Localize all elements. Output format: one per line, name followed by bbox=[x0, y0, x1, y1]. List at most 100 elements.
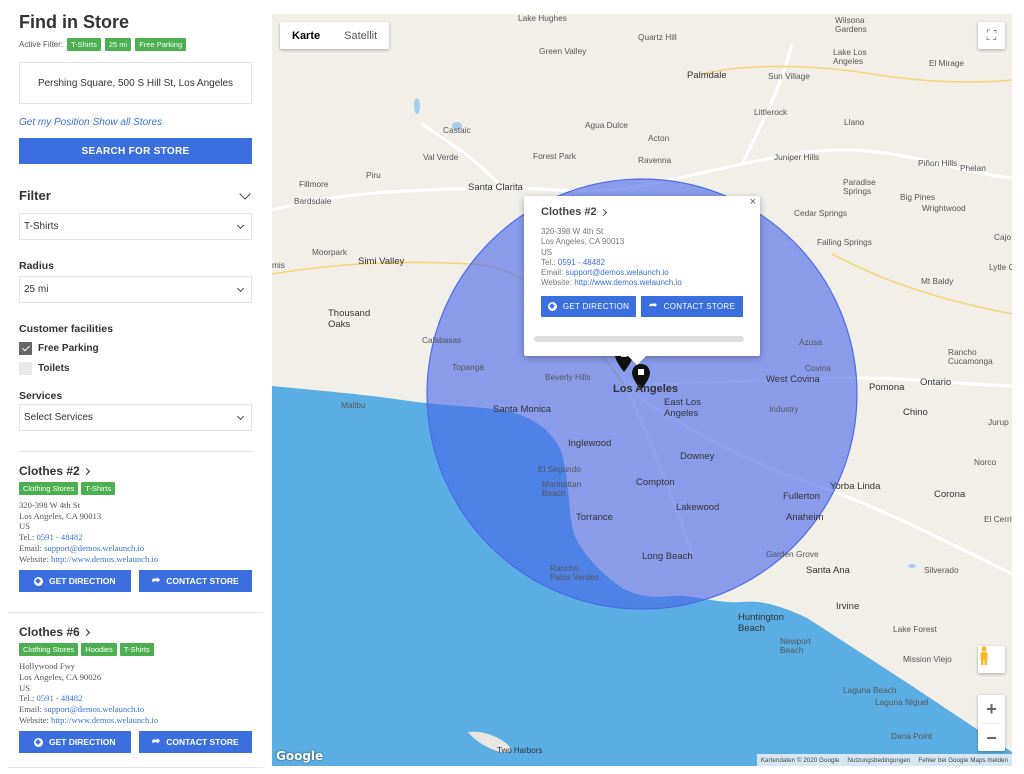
radius-label: Radius bbox=[19, 260, 55, 272]
store-locator-sidebar: Find in Store Active Filter: T-Shirts 25… bbox=[0, 0, 268, 774]
place-label: Two Harbors bbox=[497, 746, 543, 755]
popup-website-link[interactable]: http://www.demos.welaunch.io bbox=[574, 278, 682, 287]
address-input[interactable]: Pershing Square, 500 S Hill St, Los Ange… bbox=[19, 62, 252, 104]
popup-store-name-link[interactable]: Clothes #2 bbox=[541, 206, 743, 218]
search-for-store-button[interactable]: SEARCH FOR STORE bbox=[19, 138, 252, 164]
zoom-in-button[interactable]: + bbox=[978, 695, 1005, 723]
contact-store-button[interactable]: ➦ CONTACT STORE bbox=[138, 570, 252, 593]
services-select[interactable]: Select Services bbox=[19, 404, 252, 431]
facility-free-parking[interactable]: Free Parking bbox=[19, 342, 252, 355]
share-arrow-icon: ➦ bbox=[151, 736, 161, 748]
get-direction-button[interactable]: GET DIRECTION bbox=[19, 570, 131, 593]
divider bbox=[8, 767, 263, 769]
store-address: Hollywood Fwy Los Angeles, CA 90026 US T… bbox=[19, 661, 252, 725]
facility-toilets[interactable]: Toilets bbox=[19, 362, 252, 375]
place-label: Big Pines bbox=[900, 192, 936, 202]
street-view-pegman[interactable] bbox=[978, 646, 1005, 673]
chevron-down-icon bbox=[236, 284, 245, 292]
place-label: Mt Baldy bbox=[921, 276, 954, 286]
store-actions: GET DIRECTION ➦ CONTACT STORE bbox=[19, 731, 252, 754]
place-label: Inglewood bbox=[568, 438, 612, 449]
popup-country: US bbox=[541, 247, 553, 257]
get-direction-button[interactable]: GET DIRECTION bbox=[19, 731, 131, 754]
store-name-link[interactable]: Clothes #6 bbox=[19, 625, 252, 639]
store-website-link[interactable]: http://www.demos.welaunch.io bbox=[51, 715, 158, 725]
store-address: 320-398 W 4th St Los Angeles, CA 90013 U… bbox=[19, 500, 252, 564]
place-label: Sun Village bbox=[768, 71, 810, 81]
store-tag: Clothing Stores bbox=[19, 643, 79, 657]
map-type-map-button[interactable]: Karte bbox=[280, 22, 332, 49]
active-filter-tag[interactable]: Free Parking bbox=[135, 38, 187, 51]
place-label: El Cerrit bbox=[984, 514, 1012, 524]
tel-label: Tel.: bbox=[19, 693, 35, 704]
store-name-link[interactable]: Clothes #2 bbox=[19, 464, 252, 478]
popup-city: Los Angeles, CA 90013 bbox=[541, 237, 625, 247]
close-icon[interactable]: × bbox=[750, 196, 756, 208]
filter-toggle[interactable]: Filter bbox=[19, 187, 252, 203]
place-label: Corona bbox=[934, 489, 966, 500]
place-label: Juniper Hills bbox=[774, 152, 820, 162]
place-label: Lake Forest bbox=[893, 624, 937, 634]
popup-contact-store-button[interactable]: ➦ CONTACT STORE bbox=[641, 295, 743, 317]
show-all-stores-link[interactable]: Show all Stores bbox=[93, 117, 162, 128]
popup-get-direction-button[interactable]: GET DIRECTION bbox=[541, 295, 637, 317]
button-label: GET DIRECTION bbox=[562, 301, 630, 311]
attribution-text: Kartendaten © 2020 Google bbox=[760, 756, 840, 764]
place-label: Jurup bbox=[988, 417, 1009, 427]
store-website-link[interactable]: http://www.demos.welaunch.io bbox=[51, 554, 158, 564]
place-label: Laguna Beach bbox=[843, 685, 897, 695]
page-title: Find in Store bbox=[19, 12, 129, 32]
place-label: Beverly Hills bbox=[545, 372, 591, 382]
map-type-satellite-button[interactable]: Satellit bbox=[332, 22, 389, 49]
popup-email-link[interactable]: support@demos.welaunch.io bbox=[565, 268, 668, 277]
facility-label: Toilets bbox=[38, 363, 70, 374]
store-city: Los Angeles, CA 90026 bbox=[19, 671, 102, 682]
place-label: Fullerton bbox=[783, 491, 820, 502]
place-label: Norco bbox=[974, 457, 997, 467]
store-name: Clothes #2 bbox=[19, 464, 80, 478]
google-map[interactable]: Lake Hughes Quartz Hill Wilsona Gardens … bbox=[272, 14, 1012, 766]
compass-icon bbox=[33, 737, 43, 747]
radius-select[interactable]: 25 mi bbox=[19, 276, 252, 303]
category-select[interactable]: T-Shirts bbox=[19, 213, 252, 240]
checkbox-checked[interactable] bbox=[19, 342, 32, 355]
place-label: Forest Park bbox=[533, 151, 576, 161]
popup-scrollbar[interactable] bbox=[534, 336, 744, 342]
category-selected-value: T-Shirts bbox=[24, 221, 59, 232]
report-error-link[interactable]: Fehler bei Google Maps melden bbox=[918, 757, 1008, 764]
active-filter-tag[interactable]: 25 mi bbox=[104, 38, 132, 51]
store-list-item: Clothes #6 Clothing Stores Hoodies T-Shi… bbox=[19, 613, 252, 754]
store-street: Hollywood Fwy bbox=[19, 661, 76, 672]
get-my-position-link[interactable]: Get my Position bbox=[19, 117, 90, 128]
checkbox-unchecked[interactable] bbox=[19, 362, 32, 375]
google-logo[interactable]: Google bbox=[276, 749, 323, 763]
store-phone-link[interactable]: 0591 - 48482 bbox=[37, 693, 83, 703]
website-label: Website: bbox=[19, 553, 49, 564]
place-label: Green Valley bbox=[539, 46, 587, 56]
zoom-out-button[interactable]: − bbox=[978, 724, 1005, 752]
store-actions: GET DIRECTION ➦ CONTACT STORE bbox=[19, 570, 252, 593]
place-label: Rancho Palos Verdes bbox=[550, 563, 599, 582]
lake bbox=[414, 98, 420, 114]
chevron-right-icon bbox=[82, 467, 90, 475]
store-email-link[interactable]: support@demos.welaunch.io bbox=[44, 543, 144, 553]
place-label: Val Verde bbox=[423, 152, 459, 162]
store-phone-link[interactable]: 0591 - 48482 bbox=[37, 532, 83, 542]
share-arrow-icon: ➦ bbox=[648, 300, 658, 312]
terms-link[interactable]: Nutzungsbedingungen bbox=[847, 757, 910, 764]
place-label: Huntington Beach bbox=[738, 612, 784, 634]
place-label: Lake Hughes bbox=[518, 14, 567, 23]
chevron-right-icon bbox=[82, 628, 90, 636]
store-list-item: Clothes #2 Clothing Stores T-Shirts 320-… bbox=[19, 452, 252, 593]
chevron-down-icon bbox=[236, 412, 245, 420]
button-label: GET DIRECTION bbox=[48, 576, 116, 587]
place-label: Newport Beach bbox=[780, 636, 811, 655]
active-filter-tag[interactable]: T-Shirts bbox=[67, 38, 101, 51]
popup-phone-link[interactable]: 0591 - 48482 bbox=[558, 258, 605, 267]
contact-store-button[interactable]: ➦ CONTACT STORE bbox=[138, 731, 252, 754]
fullscreen-icon: ⛶ bbox=[986, 27, 997, 43]
fullscreen-button[interactable]: ⛶ bbox=[978, 22, 1005, 49]
place-label: Lakewood bbox=[676, 502, 720, 513]
place-label: Malibu bbox=[341, 400, 366, 410]
store-email-link[interactable]: support@demos.welaunch.io bbox=[44, 704, 144, 714]
